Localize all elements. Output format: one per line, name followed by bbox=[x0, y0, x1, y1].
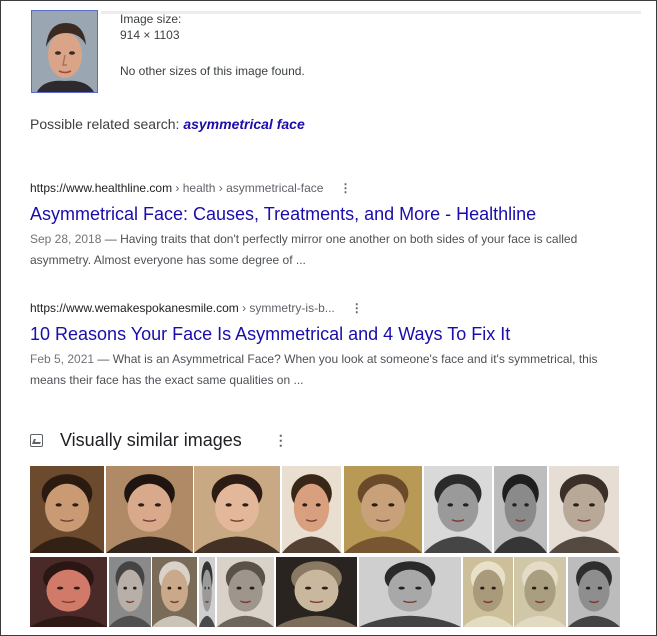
similar-image-photo-young-man-portrait[interactable] bbox=[359, 557, 461, 627]
similar-image-photo-lincoln-3[interactable] bbox=[549, 466, 619, 553]
result-title-link[interactable]: Asymmetrical Face: Causes, Treatments, a… bbox=[30, 204, 620, 225]
similar-image-painting-woman-dark-hair[interactable] bbox=[106, 466, 193, 553]
result-title-link[interactable]: 10 Reasons Your Face Is Asymmetrical and… bbox=[30, 324, 620, 345]
result-domain: https://www.healthline.com bbox=[30, 181, 173, 195]
visually-similar-header: Visually similar images ⋮ bbox=[30, 429, 288, 451]
query-image-thumbnail[interactable] bbox=[31, 10, 98, 93]
top-divider bbox=[101, 11, 641, 14]
result-menu-icon[interactable]: ⋮ bbox=[351, 301, 363, 315]
similar-image-painting-bearded-man[interactable] bbox=[30, 466, 104, 553]
search-result: https://www.healthline.com › health › as… bbox=[30, 181, 620, 271]
visually-similar-heading: Visually similar images bbox=[60, 429, 242, 450]
similar-image-death-mask[interactable] bbox=[276, 557, 357, 627]
related-search-link[interactable]: asymmetrical face bbox=[183, 116, 304, 132]
result-url[interactable]: https://www.wemakespokanesmile.com › sym… bbox=[30, 301, 620, 315]
result-path: › symmetry-is-b... bbox=[238, 301, 335, 315]
related-search: Possible related search: asymmetrical fa… bbox=[30, 116, 305, 132]
result-date: Sep 28, 2018 bbox=[30, 232, 102, 246]
similar-image-photo-old-man-1[interactable] bbox=[463, 557, 513, 627]
similar-image-photo-profile-partial[interactable] bbox=[199, 557, 215, 627]
result-snippet-text: — Having traits that don't perfectly mir… bbox=[30, 232, 578, 267]
similar-image-painting-reddish-face[interactable] bbox=[30, 557, 107, 627]
similar-image-photo-churchill-2[interactable] bbox=[568, 557, 620, 627]
search-result: https://www.wemakespokanesmile.com › sym… bbox=[30, 301, 620, 391]
similar-image-photo-bald-man-profile[interactable] bbox=[217, 557, 274, 627]
result-path: › health › asymmetrical-face bbox=[172, 181, 324, 195]
similar-image-photo-lincoln-2[interactable] bbox=[494, 466, 547, 553]
no-other-sizes-text: No other sizes of this image found. bbox=[120, 64, 305, 78]
portrait-thumbnail-graphic bbox=[32, 11, 97, 92]
result-snippet: Feb 5, 2021 — What is an Asymmetrical Fa… bbox=[30, 349, 620, 391]
similar-image-mosaic-christ[interactable] bbox=[344, 466, 422, 553]
similar-image-photo-old-man-2[interactable] bbox=[514, 557, 566, 627]
result-url[interactable]: https://www.healthline.com › health › as… bbox=[30, 181, 620, 195]
visually-similar-menu-icon[interactable]: ⋮ bbox=[274, 432, 288, 449]
result-menu-icon[interactable]: ⋮ bbox=[339, 181, 351, 195]
result-domain: https://www.wemakespokanesmile.com bbox=[30, 301, 239, 315]
result-snippet: Sep 28, 2018 — Having traits that don't … bbox=[30, 229, 620, 271]
similar-image-painting-young-woman[interactable] bbox=[194, 466, 280, 553]
image-icon bbox=[30, 433, 43, 447]
search-results-page: Image size: 914 × 1103 No other sizes of… bbox=[0, 0, 657, 636]
image-size-label: Image size: bbox=[120, 12, 182, 26]
similar-image-drawing-injured-face[interactable] bbox=[282, 466, 341, 553]
result-snippet-text: — What is an Asymmetrical Face? When you… bbox=[30, 352, 598, 387]
similar-image-photo-churchill[interactable] bbox=[109, 557, 151, 627]
related-search-prefix: Possible related search: bbox=[30, 116, 180, 132]
image-dimensions: 914 × 1103 bbox=[120, 28, 180, 42]
result-date: Feb 5, 2021 bbox=[30, 352, 95, 366]
similar-image-painting-officer[interactable] bbox=[152, 557, 197, 627]
similar-image-photo-lincoln-1[interactable] bbox=[424, 466, 492, 553]
